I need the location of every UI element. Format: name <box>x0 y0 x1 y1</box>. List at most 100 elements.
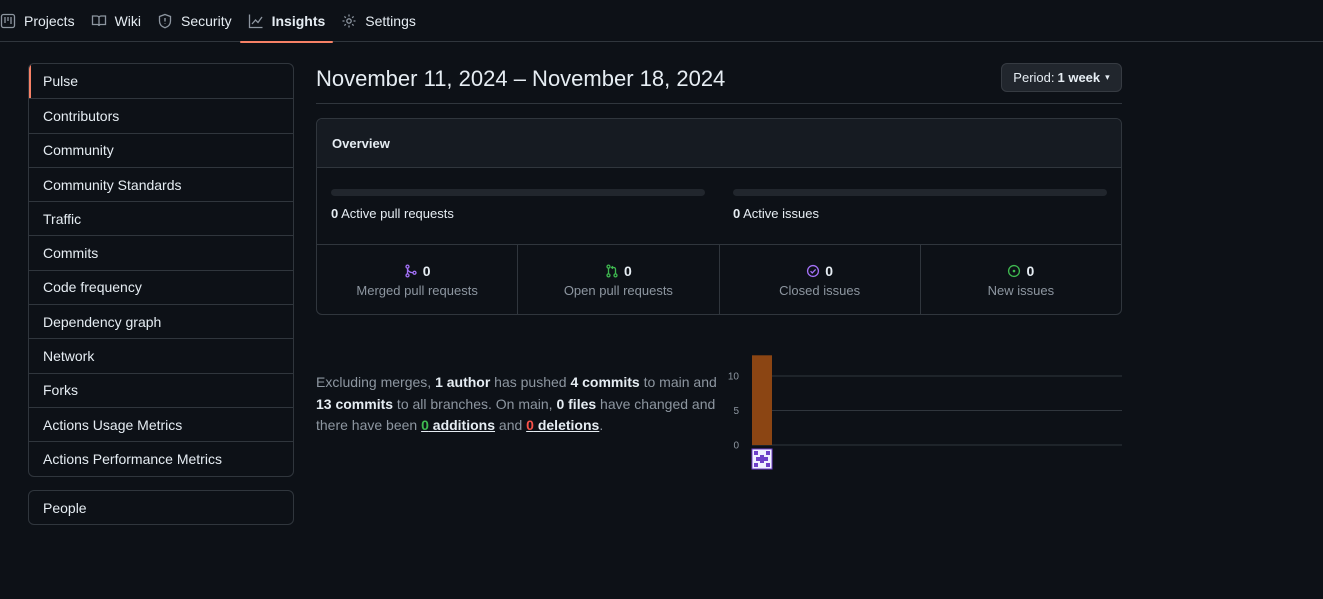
commits-chart: 10 5 0 <box>728 355 1122 470</box>
stat-new-issues[interactable]: 0 New issues <box>919 245 1121 314</box>
nav-projects[interactable]: Projects <box>0 0 83 42</box>
issue-closed-icon <box>807 264 820 277</box>
gear-icon <box>342 14 356 27</box>
insights-sidebar: Pulse Contributors Community Community S… <box>28 63 294 477</box>
stat-open-prs[interactable]: 0 Open pull requests <box>517 245 718 314</box>
page-title: November 11, 2024 – November 18, 2024 <box>316 66 726 91</box>
summary-text: . <box>599 417 604 433</box>
chart-y-axis: 10 5 0 <box>728 372 740 452</box>
active-prs-count: 0 <box>331 206 339 221</box>
stat-merged-prs[interactable]: 0 Merged pull requests <box>317 245 517 314</box>
nav-wiki-label: Wiki <box>114 12 142 29</box>
overview-progress-section: 0 Active pull requests 0 Active issues <box>317 168 1121 245</box>
commit-summary: Excluding merges, 1 author has pushed 4 … <box>316 372 726 437</box>
deletions-word: deletions <box>533 417 600 433</box>
sidebar-item-label: Pulse <box>43 73 79 90</box>
caret-down-icon: ▾ <box>1105 72 1110 82</box>
summary-text: to all branches. On main, <box>393 395 557 412</box>
active-prs-link[interactable]: 0 Active pull requests <box>331 206 454 221</box>
summary-text: has pushed <box>490 374 571 390</box>
stat-count: 0 <box>825 262 834 279</box>
active-issues-link[interactable]: 0 Active issues <box>733 206 819 221</box>
period-select-button[interactable]: Period: 1 week ▾ <box>1001 63 1122 92</box>
project-icon <box>0 13 16 28</box>
nav-projects-label: Projects <box>24 12 75 29</box>
summary-files: 0 files <box>556 395 597 412</box>
sidebar-item-pulse[interactable]: Pulse <box>29 64 293 99</box>
active-prs-bar <box>331 189 705 196</box>
summary-commits-main: 4 commits <box>570 374 640 390</box>
additions-link[interactable]: 0 additions <box>421 417 495 433</box>
book-icon <box>91 14 106 26</box>
sidebar-item-community[interactable]: Community <box>29 132 293 167</box>
git-merge-icon <box>405 263 417 278</box>
chart-grid <box>752 375 1122 446</box>
sidebar-item-label: Code frequency <box>43 279 142 296</box>
active-issues-label: Active issues <box>743 206 820 221</box>
y-tick-label: 10 <box>728 372 740 383</box>
sidebar-item-network[interactable]: Network <box>29 338 293 372</box>
sidebar-item-label: Community <box>43 142 114 159</box>
commit-bar[interactable] <box>752 355 772 445</box>
author-avatar[interactable] <box>751 448 773 470</box>
sidebar-item-actions-usage-metrics[interactable]: Actions Usage Metrics <box>29 406 293 441</box>
summary-commits-all: 13 commits <box>316 395 394 412</box>
stat-label: Merged pull requests <box>356 282 478 298</box>
stat-count: 0 <box>422 262 431 279</box>
stat-label: Closed issues <box>779 282 861 298</box>
active-issues-bar <box>733 189 1107 196</box>
y-tick-label: 0 <box>733 441 739 452</box>
sidebar-item-label: Forks <box>43 382 78 399</box>
sidebar-item-forks[interactable]: Forks <box>29 372 293 407</box>
overview-title: Overview <box>317 119 1121 168</box>
y-tick-label: 5 <box>733 406 739 417</box>
nav-wiki[interactable]: Wiki <box>83 0 149 42</box>
issue-opened-icon <box>1008 264 1021 277</box>
sidebar-item-actions-performance-metrics[interactable]: Actions Performance Metrics <box>29 441 293 475</box>
git-pull-request-icon <box>606 263 618 278</box>
summary-text: Excluding merges, <box>316 374 436 390</box>
nav-security[interactable]: Security <box>149 0 240 42</box>
overview-panel: Overview 0 Active pull requests 0 Active… <box>316 118 1122 315</box>
sidebar-item-commits[interactable]: Commits <box>29 235 293 269</box>
sidebar-item-label: Community Standards <box>43 176 182 193</box>
nav-security-label: Security <box>181 12 232 29</box>
stat-count: 0 <box>1026 262 1035 279</box>
sidebar-item-label: Dependency graph <box>43 313 162 330</box>
divider <box>316 103 1122 104</box>
sidebar-item-community-standards[interactable]: Community Standards <box>29 166 293 201</box>
sidebar-item-label: Contributors <box>43 107 120 124</box>
active-issues-count: 0 <box>733 206 741 221</box>
sidebar-item-label: Network <box>43 348 95 365</box>
additions-count: 0 <box>421 417 429 433</box>
sidebar-item-label: Actions Performance Metrics <box>43 450 222 467</box>
repo-nav: Projects Wiki Security Insights Settings <box>0 0 1323 43</box>
sidebar-item-dependency-graph[interactable]: Dependency graph <box>29 304 293 338</box>
stat-label: New issues <box>987 282 1055 298</box>
sidebar-item-people[interactable]: People <box>28 490 294 525</box>
period-prefix: Period: <box>1013 70 1055 85</box>
nav-insights-label: Insights <box>271 12 326 29</box>
summary-text: to main and <box>639 374 717 390</box>
stat-label: Open pull requests <box>563 282 673 298</box>
sidebar-item-label: Actions Usage Metrics <box>43 416 183 433</box>
sidebar-item-label: People <box>43 499 87 516</box>
overview-stats: 0 Merged pull requests 0 Open pull reque… <box>317 245 1121 314</box>
stat-count: 0 <box>623 262 632 279</box>
nav-settings[interactable]: Settings <box>333 0 424 42</box>
shield-icon <box>158 13 172 28</box>
deletions-count: 0 <box>526 417 534 433</box>
sidebar-item-contributors[interactable]: Contributors <box>29 98 293 132</box>
additions-word: additions <box>428 417 496 433</box>
sidebar-item-label: Traffic <box>43 210 82 227</box>
period-value: 1 week <box>1057 70 1101 85</box>
chart-bars <box>752 355 772 445</box>
sidebar-item-label: Commits <box>43 245 99 262</box>
nav-insights[interactable]: Insights <box>239 0 334 43</box>
sidebar-item-traffic[interactable]: Traffic <box>29 201 293 235</box>
stat-closed-issues[interactable]: 0 Closed issues <box>718 245 920 314</box>
summary-authors: 1 author <box>435 374 491 390</box>
active-prs-label: Active pull requests <box>341 206 454 221</box>
deletions-link[interactable]: 0 deletions <box>526 417 599 433</box>
sidebar-item-code-frequency[interactable]: Code frequency <box>29 269 293 304</box>
